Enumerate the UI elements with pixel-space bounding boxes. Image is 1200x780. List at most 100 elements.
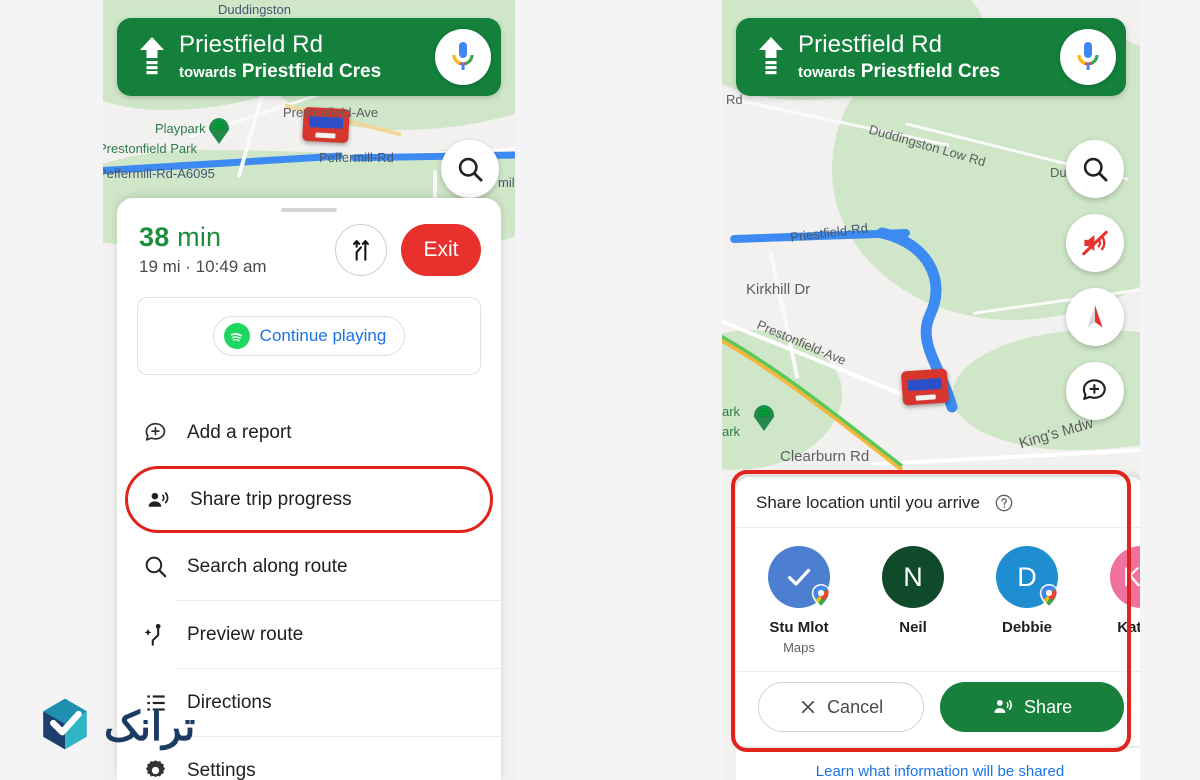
watermark: ترانک [36,695,196,758]
search-icon [143,554,187,579]
avatar: KS [1110,546,1140,608]
nav-towards-label: towards [798,63,856,81]
learn-more-link[interactable]: Learn what information will be shared [816,763,1064,780]
avatar-initials: N [903,561,923,592]
navigation-header-left: Priestfield Rd towards Priestfield Cres [117,18,501,96]
map-label: Peffermill-Rd [319,150,394,165]
contact-name: Kather [1117,619,1140,636]
share-trip-icon [146,487,190,513]
share-contact[interactable]: D Debbie [988,546,1066,655]
nav-towards-label: towards [179,63,237,81]
nav-street-name: Priestfield Rd [798,31,943,59]
map-label: Duddingston [218,2,291,17]
continue-playing-chip[interactable]: Continue playing [212,316,406,356]
eta-row: 38 min 19 mi · 10:49 am Exit [117,212,501,277]
map-label: mill [498,175,515,190]
map-label: Prestonfield Park [103,141,197,156]
add-report-icon[interactable] [1066,362,1124,420]
right-phone-screenshot: RdDuddingston Low RdDuddingstonPriestfie… [722,0,1140,780]
alternate-routes-icon[interactable] [335,223,387,276]
screenshot-stage: Duddingston Playpark Prestonfield Park Pres… [0,0,1200,780]
share-contacts-row: Stu Mlot Maps N Neil D Debbie KS Kather [736,528,1140,665]
navigation-texts: Priestfield Rd towards Priestfield Cres [788,31,1060,82]
menu-item-label: Directions [187,691,272,713]
menu-item-search-along-route[interactable]: Search along route [117,533,501,600]
help-circle-icon[interactable] [994,493,1014,513]
share-contact[interactable]: N Neil [874,546,952,655]
menu-item-share-trip-progress[interactable]: Share trip progress [125,466,493,533]
cancel-button[interactable]: Cancel [758,682,925,732]
nav-towards-destination: Priestfield Cres [241,60,382,82]
contact-subtitle: Maps [783,640,815,655]
nav-towards-line: towards Priestfield Cres [798,61,1060,83]
cancel-button-label: Cancel [827,696,884,717]
arrow-up-icon [754,36,788,78]
park-pin-icon [209,118,229,144]
share-sheet-actions: Cancel Share [736,671,1140,746]
map-label: Clearburn Rd [780,448,870,465]
eta-unit: min [177,222,222,252]
maps-badge-icon [1039,584,1059,608]
share-trip-icon [994,700,1012,713]
eta-distance-arrival: 19 mi · 10:49 am [139,257,267,276]
share-contact[interactable]: KS Kather [1102,546,1140,655]
contact-name: Neil [899,619,927,636]
spotify-icon [223,323,250,349]
exit-button[interactable]: Exit [401,223,481,276]
contact-name: Stu Mlot [769,619,829,636]
map-label: Prestonfield-Ave [283,105,379,120]
microphone-icon[interactable] [435,29,491,85]
navigation-bottom-sheet: 38 min 19 mi · 10:49 am Exit Continue pl… [117,198,501,780]
map-label: ark [722,424,741,439]
eta-texts: 38 min 19 mi · 10:49 am [139,222,335,277]
menu-item-add-a-report[interactable]: Add a report [117,399,501,466]
avatar-initials: D [1017,561,1037,592]
compass-icon[interactable] [1066,288,1124,346]
arrow-up-icon [135,36,169,78]
nav-towards-destination: Priestfield Cres [860,60,1001,82]
microphone-icon[interactable] [1060,29,1116,85]
map-label: Rd [726,92,743,107]
navigation-header-right: Priestfield Rd towards Priestfield Cres [736,18,1126,96]
continue-playing-label: Continue playing [259,326,387,345]
share-button-label: Share [1024,696,1073,717]
menu-item-label: Preview route [187,623,304,645]
mute-icon[interactable] [1066,214,1124,272]
share-contact[interactable]: Stu Mlot Maps [760,546,838,655]
vehicle-marker [900,368,950,406]
avatar: N [882,546,944,608]
left-phone-screenshot: Duddingston Playpark Prestonfield Park Pres… [103,0,515,780]
share-sheet-title: Share location until you arrive [756,493,980,512]
menu-item-label: Search along route [187,555,348,577]
share-button[interactable]: Share [940,682,1124,732]
menu-item-preview-route[interactable]: Preview route [117,601,501,668]
learn-link-container: Learn what information will be shared [736,748,1140,780]
map-label: Playpark [155,121,206,136]
share-sheet-header: Share location until you arrive [736,477,1140,528]
eta-time: 38 min [139,222,335,253]
nav-street-name: Priestfield Rd [179,31,324,59]
nav-towards-line: towards Priestfield Cres [179,61,435,83]
search-icon[interactable] [1066,140,1124,198]
contact-name: Debbie [1001,619,1052,636]
avatar [768,546,831,608]
avatar-initials: KS [1122,561,1140,592]
menu-item-label: Share trip progress [190,488,352,510]
share-location-sheet: Share location until you arrive Stu Mlot… [736,477,1140,746]
preview-route-icon [143,622,187,648]
check-badge-logo [36,695,94,758]
map-label: Peffermill-Rd-A6095 [103,166,215,181]
close-icon [801,700,815,714]
media-card: Continue playing [137,297,481,375]
menu-item-label: Add a report [187,421,292,443]
map-label: ark [722,404,741,419]
search-icon[interactable] [441,140,499,198]
map-label: Kirkhill Dr [746,281,811,298]
add-report-icon [143,420,187,446]
watermark-text: ترانک [104,704,196,749]
menu-item-label: Settings [187,759,256,780]
gear-icon [143,758,187,780]
avatar: D [996,546,1059,608]
maps-badge-icon [811,584,831,608]
navigation-texts: Priestfield Rd towards Priestfield Cres [169,31,435,82]
